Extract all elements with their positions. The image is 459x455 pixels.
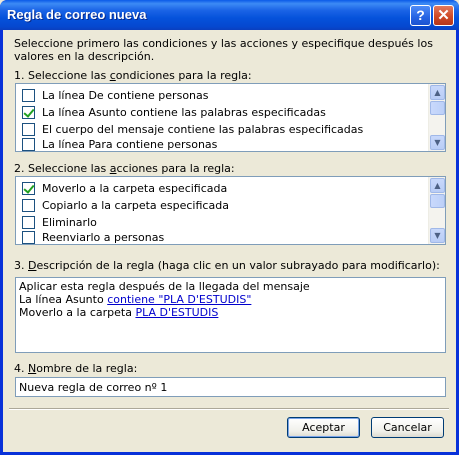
checkbox[interactable] [22, 199, 35, 212]
condition-item[interactable]: La línea Asunto contiene las palabras es… [22, 104, 422, 121]
checkbox[interactable] [22, 106, 35, 119]
conditions-scrollbar[interactable]: ▲ ▼ [428, 84, 445, 151]
scroll-up-icon[interactable]: ▲ [430, 85, 445, 100]
checkbox[interactable] [22, 182, 35, 195]
checkbox[interactable] [22, 138, 35, 151]
actions-scrollbar[interactable]: ▲ ▼ [428, 177, 445, 244]
subject-condition-link[interactable]: contiene "PLA D'ESTUDIS" [107, 293, 251, 306]
condition-item[interactable]: La línea Para contiene personas [22, 138, 422, 151]
description-line: Aplicar esta regla después de la llegada… [19, 280, 310, 293]
title-bar[interactable]: Regla de correo nueva ? ✕ [0, 0, 459, 30]
close-button[interactable]: ✕ [433, 5, 454, 26]
checkbox[interactable] [22, 123, 35, 136]
description-label: 3. Descripción de la regla (haga clic en… [14, 259, 440, 272]
help-button[interactable]: ? [410, 5, 431, 26]
action-item[interactable]: Reenviarlo a personas [22, 231, 422, 244]
scroll-down-icon[interactable]: ▼ [430, 228, 445, 243]
folder-link[interactable]: PLA D'ESTUDIS [135, 306, 218, 319]
checkbox[interactable] [22, 231, 35, 244]
scroll-down-icon[interactable]: ▼ [430, 135, 445, 150]
accept-button[interactable]: Aceptar [287, 417, 360, 438]
dialog-window: Regla de correo nueva ? ✕ Seleccione pri… [0, 0, 459, 455]
conditions-label: 1. Seleccione las condiciones para la re… [14, 69, 252, 82]
checkbox[interactable] [22, 216, 35, 229]
action-item[interactable]: Eliminarlo [22, 214, 422, 231]
actions-list[interactable]: Moverlo a la carpeta especificada Copiar… [15, 176, 446, 245]
action-item[interactable]: Moverlo a la carpeta especificada [22, 180, 422, 197]
rule-description-box: Aplicar esta regla después de la llegada… [15, 277, 446, 353]
condition-item[interactable]: El cuerpo del mensaje contiene las palab… [22, 121, 422, 138]
separator [9, 408, 449, 410]
window-title: Regla de correo nueva [7, 7, 147, 22]
conditions-list[interactable]: La línea De contiene personas La línea A… [15, 83, 446, 152]
description-line: Moverlo a la carpeta PLA D'ESTUDIS [19, 306, 219, 319]
help-icon: ? [416, 7, 425, 23]
action-item[interactable]: Copiarlo a la carpeta especificada [22, 197, 422, 214]
rule-name-input[interactable] [15, 377, 446, 397]
condition-item[interactable]: La línea De contiene personas [22, 87, 422, 104]
checkbox[interactable] [22, 89, 35, 102]
description-line: La línea Asunto contiene "PLA D'ESTUDIS" [19, 293, 252, 306]
actions-label: 2. Seleccione las acciones para la regla… [14, 162, 235, 175]
cancel-button[interactable]: Cancelar [371, 417, 444, 438]
scroll-thumb[interactable] [430, 194, 445, 208]
intro-text: Seleccione primero las condiciones y las… [14, 37, 433, 63]
scroll-thumb[interactable] [430, 101, 445, 115]
rule-name-label: 4. Nombre de la regla: [14, 362, 138, 375]
dialog-body: Seleccione primero las condiciones y las… [3, 30, 456, 452]
scroll-up-icon[interactable]: ▲ [430, 178, 445, 193]
close-icon: ✕ [437, 7, 450, 24]
